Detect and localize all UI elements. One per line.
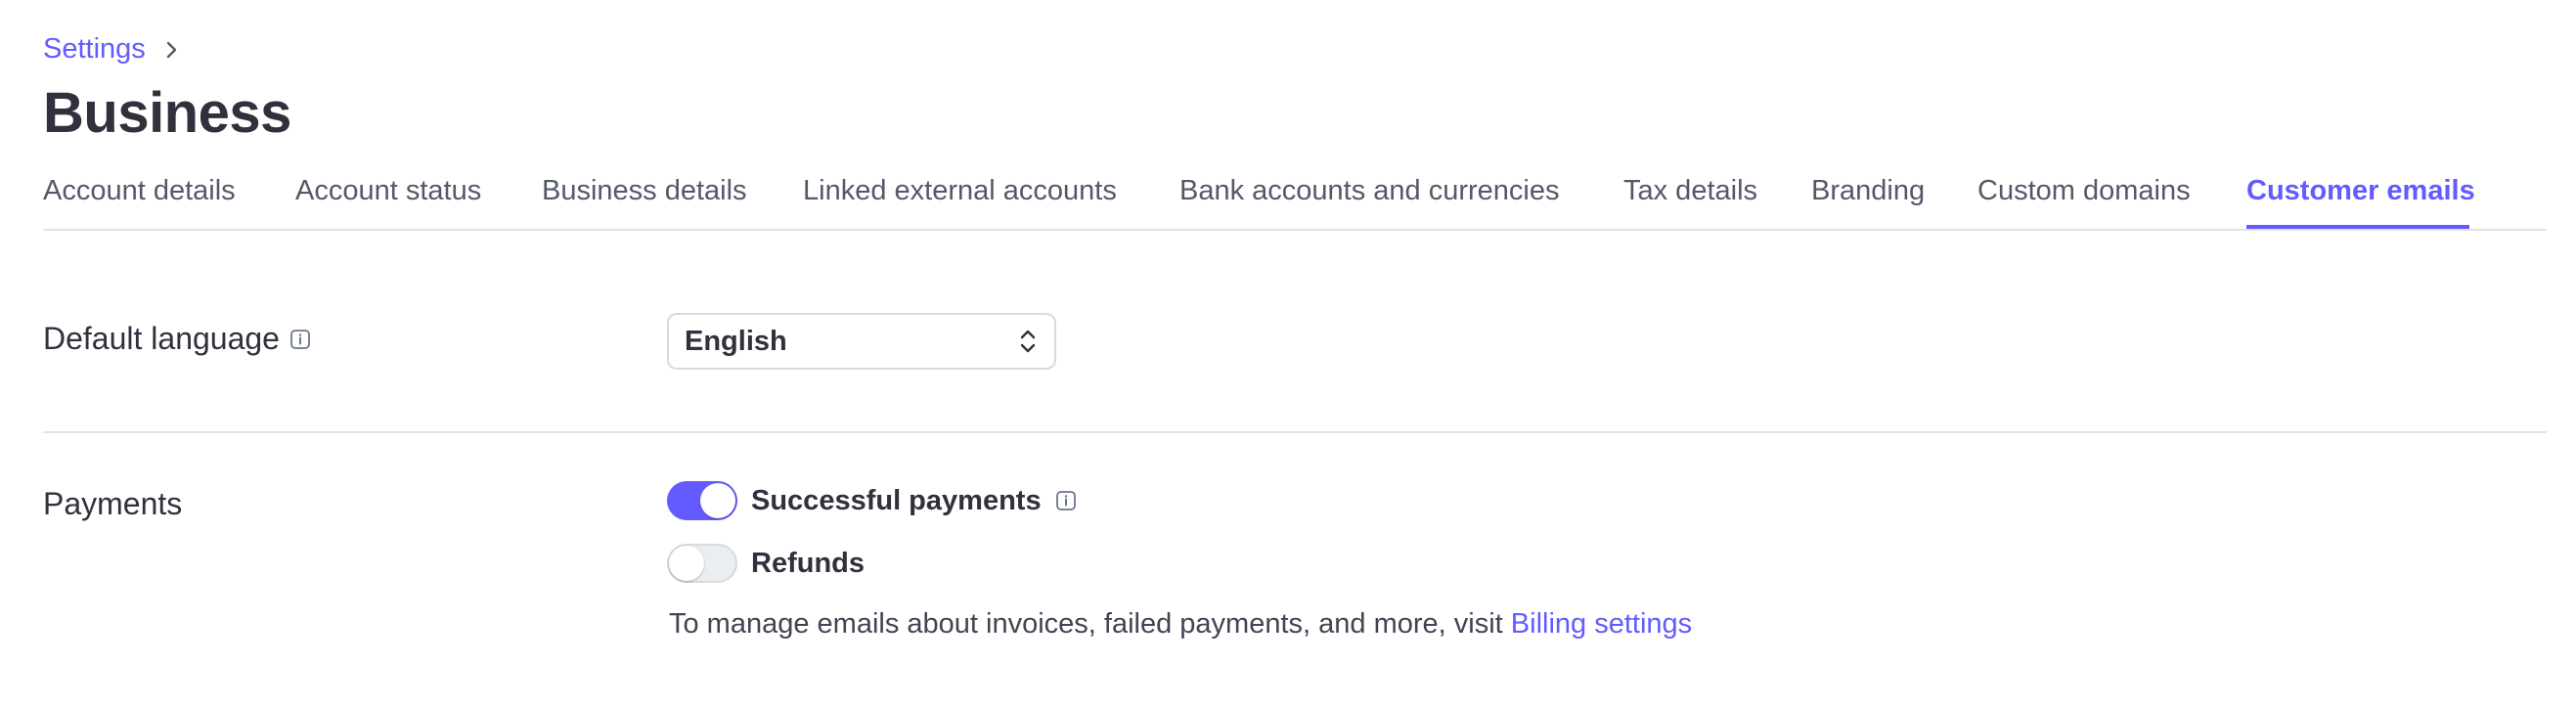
successful-payments-label: Successful payments [751,484,1042,516]
settings-page: Settings Business Account details Accoun… [0,0,2576,708]
tab-linked-external-accounts[interactable]: Linked external accounts [803,174,1117,229]
successful-payments-toggle[interactable] [667,481,737,520]
toggle-knob [700,483,735,518]
payments-label: Payments [43,486,183,521]
payments-row-label: Payments [43,486,182,522]
tab-bank-accounts-and-currencies[interactable]: Bank accounts and currencies [1179,174,1560,229]
successful-payments-row: Successful payments [667,481,1077,520]
refunds-toggle[interactable] [667,544,737,583]
default-language-value: English [685,325,787,357]
billing-note-text: To manage emails about invoices, failed … [669,608,1511,640]
section-divider [43,431,2547,433]
info-icon[interactable] [1055,490,1077,511]
tab-customer-emails[interactable]: Customer emails [2246,174,2475,229]
tab-business-details[interactable]: Business details [542,174,747,229]
tab-tax-details[interactable]: Tax details [1623,174,1757,229]
tab-branding[interactable]: Branding [1811,174,1925,229]
tab-account-status[interactable]: Account status [295,174,481,229]
default-language-label: Default language [43,321,280,356]
page-title: Business [43,81,291,145]
chevron-up-down-icon [1020,330,1036,353]
breadcrumb: Settings [43,33,183,66]
toggle-knob [669,546,704,581]
billing-note: To manage emails about invoices, failed … [669,608,1692,641]
refunds-row: Refunds [667,544,865,583]
tab-bar: Account details Account status Business … [43,166,2547,231]
tab-custom-domains[interactable]: Custom domains [1977,174,2191,229]
info-icon[interactable] [289,329,311,350]
chevron-right-icon [166,41,176,58]
refunds-label: Refunds [751,547,865,579]
tab-account-details[interactable]: Account details [43,174,236,229]
default-language-row-label: Default language [43,321,311,357]
breadcrumb-settings-link[interactable]: Settings [43,33,146,66]
billing-settings-link[interactable]: Billing settings [1511,608,1692,640]
default-language-select[interactable]: English [667,313,1056,370]
